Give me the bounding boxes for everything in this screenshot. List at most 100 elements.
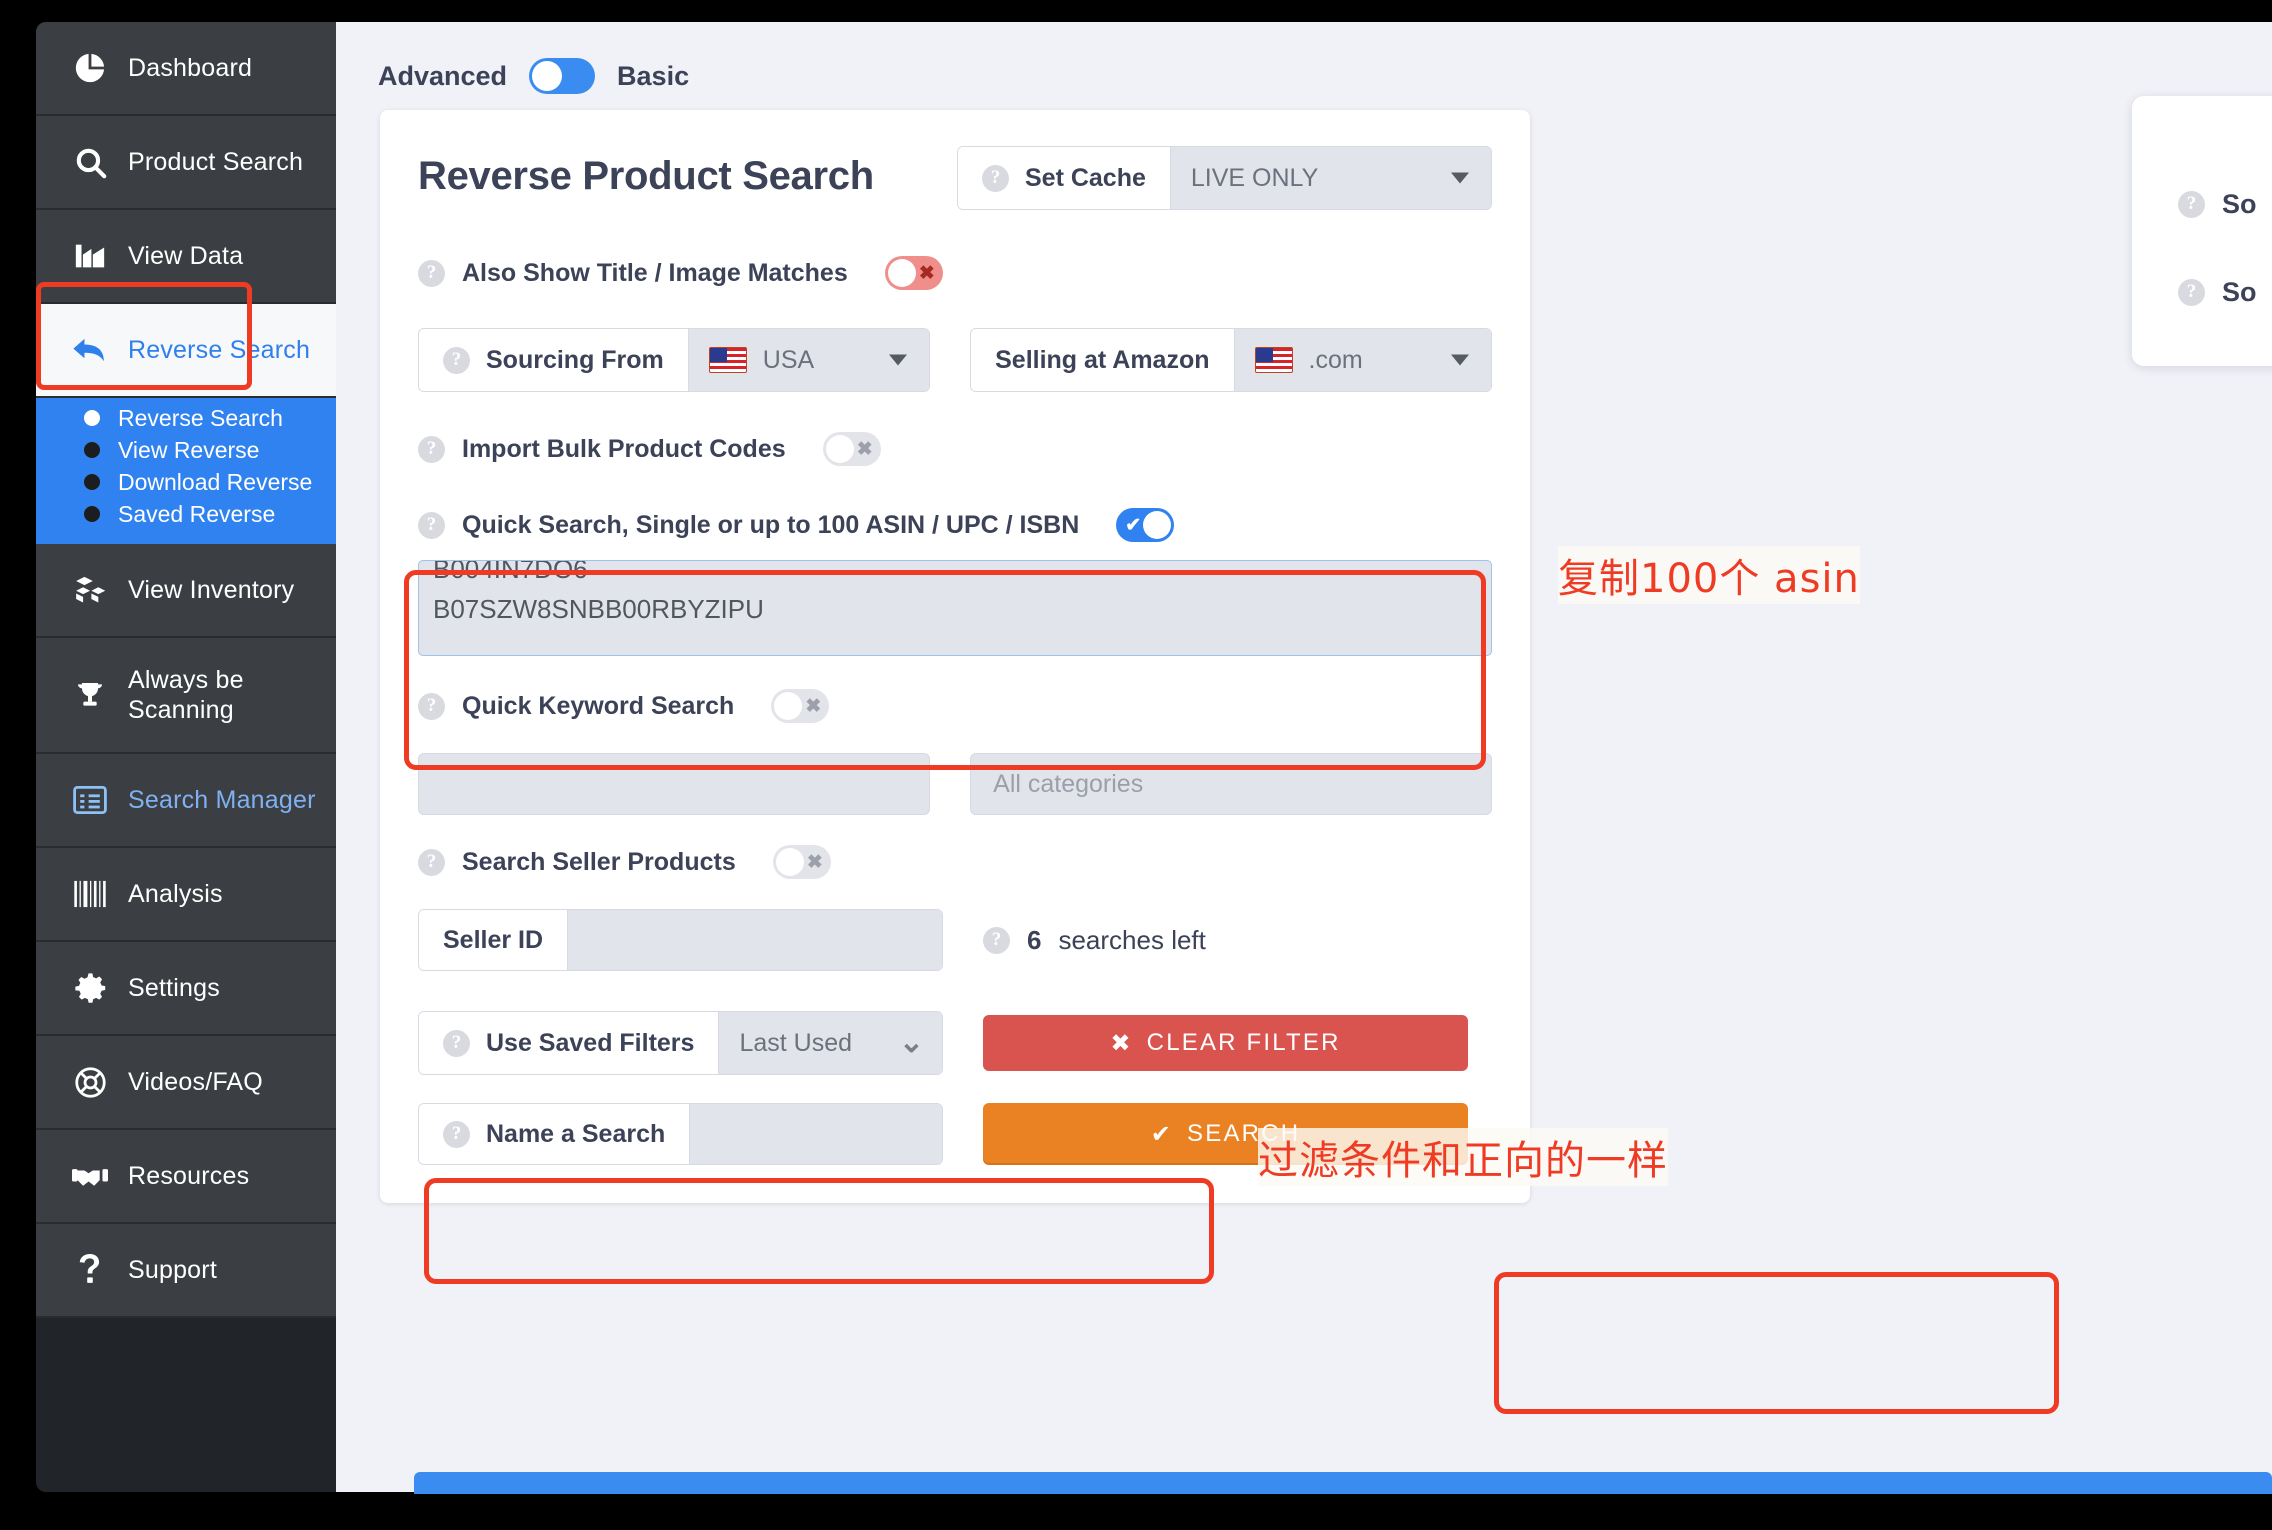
chevron-down-icon <box>1451 354 1469 366</box>
subnav-item-reverse-search[interactable]: Reverse Search <box>36 402 336 434</box>
help-icon[interactable]: ? <box>418 848 445 876</box>
help-icon[interactable]: ? <box>418 692 445 720</box>
category-select[interactable]: All categories <box>970 753 1492 815</box>
help-icon[interactable]: ? <box>418 259 445 287</box>
boxes-icon <box>72 575 108 605</box>
sidebar-item-product-search[interactable]: Product Search <box>36 116 336 210</box>
seller-id-input[interactable] <box>568 910 942 970</box>
set-cache-select[interactable]: LIVE ONLY <box>1170 147 1491 209</box>
quick-keyword-row: ? Quick Keyword Search ✖ <box>418 689 1492 723</box>
lifebuoy-icon <box>72 1066 108 1099</box>
sidebar-item-view-data[interactable]: View Data <box>36 210 336 304</box>
search-seller-toggle[interactable]: ✖ <box>772 845 831 879</box>
use-saved-filters-group: ? Use Saved Filters Last Used ⌄ <box>418 1011 943 1075</box>
subnav-item-label: Saved Reverse <box>118 500 276 527</box>
sidebar-item-resources[interactable]: Resources <box>36 1130 336 1224</box>
bullet-icon <box>84 410 100 426</box>
set-cache-group: ? Set Cache LIVE ONLY <box>957 146 1492 210</box>
sidebar-item-label: Dashboard <box>128 53 253 82</box>
clear-filter-label: CLEAR FILTER <box>1146 1029 1341 1056</box>
sidebar-item-always-be-scanning[interactable]: Always be Scanning <box>36 638 336 754</box>
sidebar-item-videos-faq[interactable]: Videos/FAQ <box>36 1036 336 1130</box>
close-icon: ✖ <box>1110 1029 1133 1057</box>
set-cache-label-wrap: ? Set Cache <box>958 147 1171 209</box>
quick-search-row: ? Quick Search, Single or up to 100 ASIN… <box>418 508 1492 542</box>
toggle-knob <box>774 692 803 720</box>
selling-at-select[interactable]: .com <box>1234 329 1491 391</box>
sidebar-item-settings[interactable]: Settings <box>36 942 336 1036</box>
set-cache-label: Set Cache <box>1025 163 1146 192</box>
name-a-search-input[interactable] <box>690 1104 942 1164</box>
pie-chart-icon <box>72 51 108 85</box>
sidebar-item-label: Support <box>128 1255 217 1284</box>
searches-left-count: 6 <box>1027 924 1042 955</box>
selling-at-label-wrap: Selling at Amazon <box>971 329 1235 391</box>
sidebar-item-label: Product Search <box>128 147 304 176</box>
list-icon <box>72 786 108 814</box>
main-content: Advanced Basic Reverse Product Search ? … <box>336 22 2272 1492</box>
side-option-2-label: So <box>2222 276 2257 307</box>
sourcing-from-select[interactable]: USA <box>688 329 930 391</box>
import-bulk-row: ? Import Bulk Product Codes ✖ <box>418 432 1492 466</box>
quick-keyword-label: Quick Keyword Search <box>462 691 735 720</box>
sidebar-item-analysis[interactable]: Analysis <box>36 848 336 942</box>
selling-at-value: .com <box>1308 345 1363 374</box>
check-icon: ✔ <box>1150 1120 1174 1148</box>
help-icon[interactable]: ? <box>982 164 1009 192</box>
annotation-filter-same: 过滤条件和正向的一样 <box>1258 1128 1668 1186</box>
annotation-copy-asin: 复制100个 asin <box>1558 546 1860 604</box>
question-mark-icon <box>72 1254 108 1286</box>
mode-advanced-label: Advanced <box>378 60 508 91</box>
help-icon[interactable]: ? <box>2178 278 2205 306</box>
clear-filter-button[interactable]: ✖ CLEAR FILTER <box>983 1015 1468 1071</box>
sidebar-item-support[interactable]: Support <box>36 1224 336 1318</box>
selling-at-label: Selling at Amazon <box>995 345 1210 374</box>
sidebar-item-view-inventory[interactable]: View Inventory <box>36 544 336 638</box>
sidebar-item-dashboard[interactable]: Dashboard <box>36 22 336 116</box>
close-icon: ✖ <box>805 695 822 717</box>
also-show-toggle[interactable]: ✖ <box>884 256 943 290</box>
factory-icon <box>72 241 108 271</box>
help-icon[interactable]: ? <box>418 435 445 463</box>
help-icon[interactable]: ? <box>443 1120 470 1148</box>
also-show-row: ? Also Show Title / Image Matches ✖ <box>418 256 1492 290</box>
bullet-icon <box>84 474 100 490</box>
help-icon[interactable]: ? <box>2178 190 2205 218</box>
toggle-knob <box>825 435 854 463</box>
subnav-item-view-reverse[interactable]: View Reverse <box>36 434 336 466</box>
quick-keyword-toggle[interactable]: ✖ <box>771 689 830 723</box>
toggle-knob <box>1143 511 1172 539</box>
import-bulk-toggle[interactable]: ✖ <box>822 432 881 466</box>
help-icon[interactable]: ? <box>443 346 470 374</box>
sidebar-item-label: Analysis <box>128 879 223 908</box>
side-option-2[interactable]: ? So <box>2178 248 2272 336</box>
search-seller-label: Search Seller Products <box>462 847 736 876</box>
sidebar-item-label: Videos/FAQ <box>128 1067 263 1096</box>
help-icon[interactable]: ? <box>443 1029 470 1057</box>
search-seller-row: ? Search Seller Products ✖ <box>418 845 1492 879</box>
side-option-1[interactable]: ? So <box>2178 160 2272 248</box>
sidebar-item-search-manager[interactable]: Search Manager <box>36 754 336 848</box>
import-bulk-label: Import Bulk Product Codes <box>462 434 786 463</box>
name-a-search-label: Name a Search <box>486 1119 666 1148</box>
keyword-input[interactable] <box>418 753 931 815</box>
use-saved-filters-label: Use Saved Filters <box>486 1028 695 1057</box>
asin-codes-textarea[interactable] <box>418 560 1492 656</box>
saved-filters-row: ? Use Saved Filters Last Used ⌄ ✖ CLEAR … <box>418 1011 1492 1075</box>
help-icon[interactable]: ? <box>418 511 445 539</box>
sidebar-footer-space <box>36 1318 336 1478</box>
advanced-basic-toggle[interactable] <box>529 58 596 94</box>
seller-id-group: Seller ID <box>418 909 943 971</box>
subnav-item-label: Reverse Search <box>118 404 283 431</box>
use-saved-filters-select[interactable]: Last Used ⌄ <box>719 1012 942 1074</box>
help-icon[interactable]: ? <box>983 926 1010 954</box>
subnav-item-saved-reverse[interactable]: Saved Reverse <box>36 498 336 530</box>
sidebar-item-label: View Data <box>128 241 244 270</box>
subnav-item-download-reverse[interactable]: Download Reverse <box>36 466 336 498</box>
sidebar-item-reverse-search[interactable]: Reverse Search <box>36 304 336 398</box>
chevron-down-icon: ⌄ <box>898 1026 924 1059</box>
bullet-icon <box>84 442 100 458</box>
searches-left-text: searches left <box>1058 924 1206 955</box>
quick-search-toggle[interactable]: ✔ <box>1116 508 1175 542</box>
gear-icon <box>72 972 108 1005</box>
